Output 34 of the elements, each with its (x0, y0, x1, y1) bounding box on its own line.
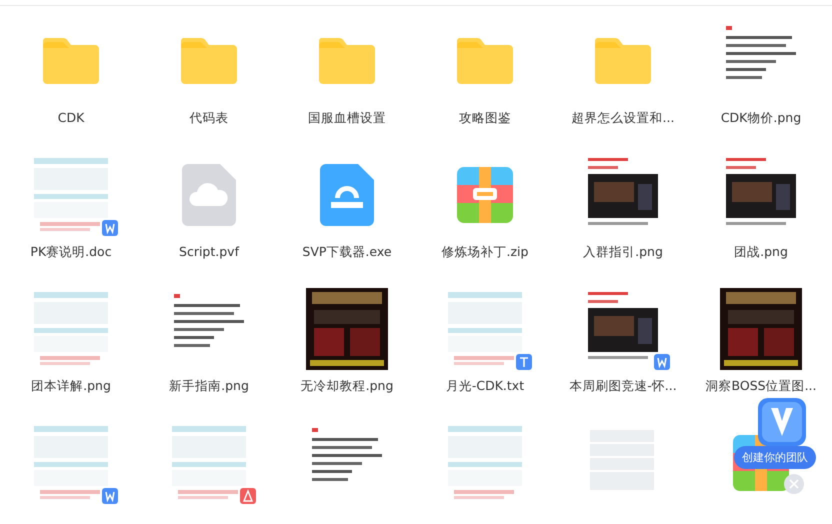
word-badge-icon (654, 354, 670, 370)
folder-icon (41, 36, 101, 86)
team-logo-icon (756, 396, 808, 448)
folder-icon (593, 36, 653, 86)
file-name[interactable]: CDK物价.png (692, 110, 830, 127)
word-badge-icon (102, 220, 118, 236)
file-name[interactable]: 新手指南.png (140, 378, 278, 395)
file-name[interactable]: 超界怎么设置和... (554, 110, 692, 127)
cloud-file-icon (182, 164, 236, 226)
file-name[interactable]: 本周刷图竞速-怀... (554, 378, 692, 395)
text-badge-icon (516, 354, 532, 370)
file-name[interactable]: 团本详解.png (2, 378, 140, 395)
pdf-badge-icon (240, 488, 256, 504)
folder-icon (317, 36, 377, 86)
installer-file-icon (320, 164, 374, 226)
file-name[interactable]: 国服血槽设置 (278, 110, 416, 127)
file-name[interactable]: SVP下载器.exe (278, 244, 416, 261)
folder-icon (179, 36, 239, 86)
file-name[interactable]: PK赛说明.doc (2, 244, 140, 261)
archive-icon (457, 167, 513, 223)
file-name[interactable]: 无冷却教程.png (278, 378, 416, 395)
close-icon[interactable] (784, 474, 804, 494)
file-name[interactable]: 入群指引.png (554, 244, 692, 261)
file-name[interactable]: 攻略图鉴 (416, 110, 554, 127)
word-badge-icon (102, 488, 118, 504)
create-team-button[interactable]: 创建你的团队 (734, 446, 816, 469)
file-name[interactable]: 代码表 (140, 110, 278, 127)
file-name[interactable]: 洞察BOSS位置图... (692, 378, 830, 395)
file-name[interactable]: 月光-CDK.txt (416, 378, 554, 395)
file-name[interactable]: CDK (2, 110, 140, 125)
file-name[interactable]: 修炼场补丁.zip (416, 244, 554, 261)
file-name[interactable]: 团战.png (692, 244, 830, 261)
file-name[interactable]: Script.pvf (140, 244, 278, 259)
folder-icon (455, 36, 515, 86)
